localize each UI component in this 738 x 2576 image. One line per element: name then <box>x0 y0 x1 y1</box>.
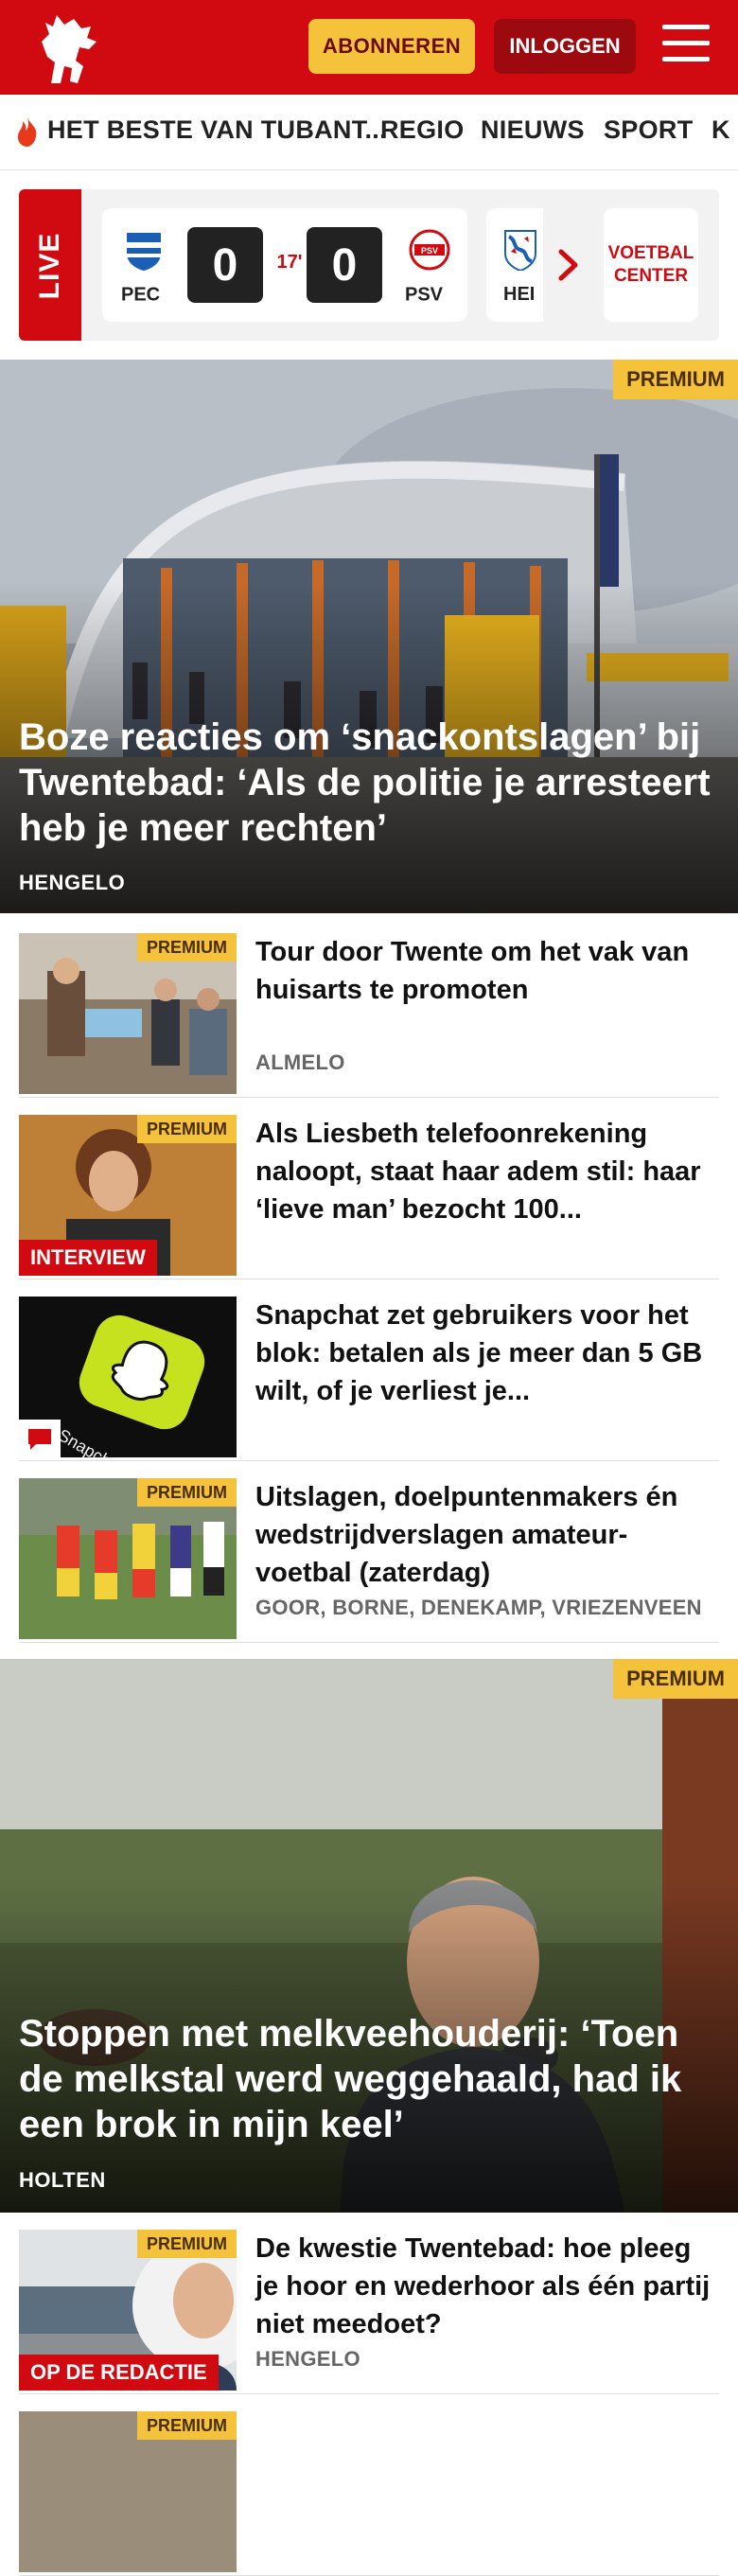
tubantia-horse-logo[interactable] <box>32 8 102 87</box>
op-de-redactie-tag: OP DE REDACTIE <box>19 2355 219 2391</box>
top-header: ABONNEREN INLOGGEN <box>0 0 738 95</box>
nav-item-best-of[interactable]: HET BESTE VAN TUBANT... <box>47 115 387 145</box>
nav-item-more[interactable]: K <box>712 115 730 145</box>
article-thumbnail: PREMIUM <box>19 1478 237 1639</box>
section-nav: HET BESTE VAN TUBANT... REGIO NIEUWS SPO… <box>0 95 738 170</box>
login-button[interactable]: INLOGGEN <box>494 19 636 74</box>
premium-badge: PREMIUM <box>137 1478 237 1507</box>
heerenveen-logo <box>504 230 536 271</box>
article-item[interactable]: Snapchat Snapchat zet gebruikers voor he… <box>19 1279 719 1461</box>
article-item[interactable]: PREMIUM INTERVIEW Als Liesbeth telefoonr… <box>19 1098 719 1279</box>
premium-badge: PREMIUM <box>137 2230 237 2258</box>
hero-article[interactable]: PREMIUM Boze reacties om ‘snackontslagen… <box>0 360 738 913</box>
hero-title[interactable]: Boze reacties om ‘snackontslagen’ bij Tw… <box>19 715 719 851</box>
live-label: LIVE <box>19 189 81 341</box>
article-title[interactable]: De kwestie Twentebad: hoe pleeg je hoor … <box>255 2230 719 2343</box>
home-team-name: PEC <box>121 284 161 306</box>
home-score: 0 <box>187 227 263 303</box>
premium-badge: PREMIUM <box>137 933 237 962</box>
flame-icon <box>17 117 37 147</box>
voetbal-center-link[interactable]: VOETBAL CENTER <box>604 208 698 322</box>
hero-title[interactable]: Stoppen met melkveehouderij: ‘Toen de me… <box>19 2011 719 2147</box>
article-item[interactable]: PREMIUM Tour door Twente om het vak van … <box>19 916 719 1098</box>
article-thumbnail: PREMIUM INTERVIEW <box>19 1115 237 1276</box>
comment-icon <box>19 1420 61 1457</box>
live-scores-bar: LIVE PEC 0 17' 0 PSV PSV HEI VOETBAL CEN… <box>19 189 719 341</box>
hamburger-menu-icon[interactable] <box>662 25 710 66</box>
article-title[interactable]: Uitslagen, doelpuntenmakers én wedstrijd… <box>255 1478 719 1592</box>
article-item[interactable]: PREMIUM Uitslagen, doelpuntenmakers én w… <box>19 1461 719 1643</box>
live-match-card[interactable]: PEC 0 17' 0 PSV PSV <box>102 208 467 322</box>
away-score: 0 <box>307 227 382 303</box>
nav-item-regio[interactable]: REGIO <box>380 115 465 145</box>
hero-article[interactable]: PREMIUM Stoppen met melkveehouderij: ‘To… <box>0 1659 738 2213</box>
subscribe-button[interactable]: ABONNEREN <box>308 19 475 74</box>
article-location: GOOR, BORNE, DENEKAMP, VRIEZENVEEN <box>255 1596 702 1619</box>
next-team-name: HEI <box>503 284 536 305</box>
nav-item-nieuws[interactable]: NIEUWS <box>481 115 585 145</box>
premium-badge: PREMIUM <box>613 360 738 399</box>
article-title[interactable]: Als Liesbeth telefoonrekening naloopt, s… <box>255 1115 719 1228</box>
article-location: HENGELO <box>255 2347 360 2371</box>
away-team-name: PSV <box>405 284 444 306</box>
premium-badge: PREMIUM <box>137 1115 237 1143</box>
article-item[interactable]: PREMIUM <box>19 2394 719 2576</box>
article-thumbnail: Snapchat <box>19 1297 237 1457</box>
article-item[interactable]: PREMIUM OP DE REDACTIE De kwestie Twente… <box>19 2213 719 2394</box>
next-match-card[interactable]: HEI <box>486 208 543 322</box>
article-location: ALMELO <box>255 1050 345 1074</box>
hero-location: HOLTEN <box>19 2168 106 2192</box>
chevron-right-icon[interactable] <box>556 248 581 282</box>
article-thumbnail: PREMIUM <box>19 933 237 1094</box>
article-title[interactable]: Tour door Twente om het vak van huisarts… <box>255 933 719 1009</box>
article-title[interactable]: Snapchat zet gebruikers voor het blok: b… <box>255 1297 719 1410</box>
nav-item-sport[interactable]: SPORT <box>604 115 694 145</box>
premium-badge: PREMIUM <box>137 2411 237 2440</box>
interview-tag: INTERVIEW <box>19 1240 157 1276</box>
article-thumbnail: PREMIUM OP DE REDACTIE <box>19 2230 237 2391</box>
match-minute: 17' <box>276 252 303 273</box>
article-thumbnail: PREMIUM <box>19 2411 237 2572</box>
premium-badge: PREMIUM <box>613 1659 738 1699</box>
psv-logo: PSV <box>409 229 450 271</box>
hero-location: HENGELO <box>19 871 126 894</box>
svg-text:PSV: PSV <box>421 246 438 256</box>
pec-zwolle-logo <box>127 233 161 271</box>
